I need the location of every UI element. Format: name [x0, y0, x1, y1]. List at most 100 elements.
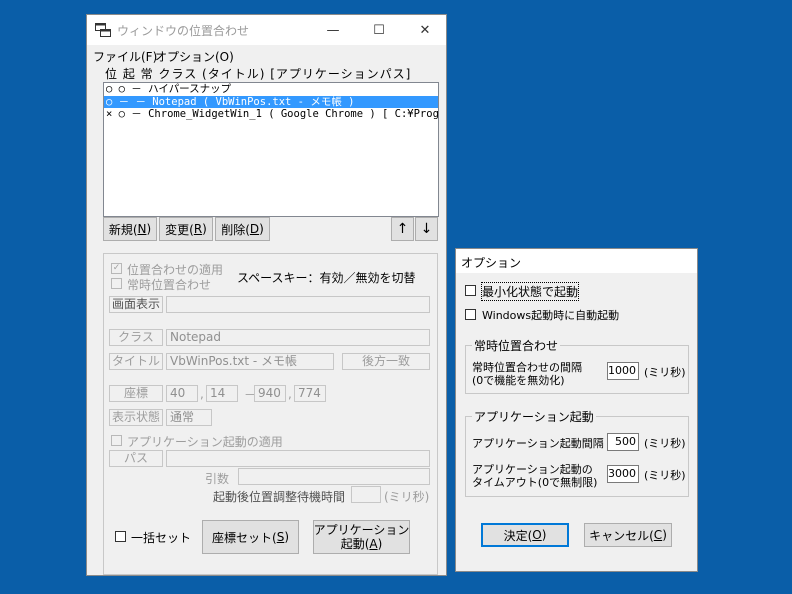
- move-up-button[interactable]: ↑: [391, 217, 414, 241]
- arrow-up-icon: ↑: [396, 221, 409, 237]
- list-item-selected[interactable]: ○ － － Notepad ( VbWinPos.txt - メモ帳 ): [104, 95, 438, 108]
- windows-start-label: Windows起動時に自動起動: [482, 309, 620, 322]
- close-icon: ✕: [419, 22, 431, 38]
- coord-x1-field[interactable]: 40: [166, 385, 198, 402]
- class-label: クラス: [109, 329, 163, 346]
- launch-interval-input[interactable]: 500: [607, 433, 639, 451]
- coord-y2-field[interactable]: 774: [294, 385, 326, 402]
- timeout-unit: (ミリ秒): [644, 469, 686, 482]
- path-label: パス: [109, 450, 163, 467]
- wait-time-field[interactable]: [351, 486, 381, 503]
- class-field[interactable]: Notepad: [166, 329, 430, 346]
- args-label: 引数: [205, 472, 230, 486]
- timeout-label-line2: タイムアウト(0で無制限): [472, 476, 598, 489]
- suffix-match-button[interactable]: 後方一致: [342, 353, 430, 370]
- coord-dot: ,: [288, 387, 292, 401]
- coord-set-accel: S: [276, 530, 285, 544]
- cancel-button[interactable]: キャンセル(C): [584, 523, 672, 547]
- ok-label-end: ): [541, 528, 547, 542]
- move-down-button[interactable]: ↓: [415, 217, 438, 241]
- coord-x2-field[interactable]: 940: [254, 385, 286, 402]
- minimize-icon: —: [326, 22, 340, 38]
- app-launch-button[interactable]: アプリケーション 起動(A): [313, 520, 410, 554]
- args-field[interactable]: [238, 468, 430, 485]
- options-dialog: オプション 最小化状態で起動 Windows起動時に自動起動 常時位置合わせ 常…: [455, 248, 698, 572]
- new-label-end: ): [146, 222, 152, 236]
- app-launch-label: 起動(: [340, 537, 370, 551]
- apply-position-checkbox[interactable]: ✓: [111, 263, 122, 274]
- app-launch-checkbox[interactable]: [111, 435, 122, 446]
- launch-interval-unit: (ミリ秒): [644, 437, 686, 450]
- cancel-label-end: ): [662, 528, 667, 542]
- delete-button[interactable]: 削除(D): [215, 217, 270, 241]
- always-position-checkbox[interactable]: [111, 278, 122, 289]
- interval-label-line2: (0で機能を無効化): [472, 374, 565, 387]
- close-button[interactable]: ✕: [402, 15, 448, 45]
- ok-label: 決定(: [503, 528, 533, 543]
- app-launch-group-title: アプリケーション起動: [472, 408, 596, 425]
- app-launch-accel: A: [369, 537, 378, 551]
- space-key-hint: スペースキー：有効／無効を切替: [237, 271, 416, 285]
- window-title: ウィンドウの位置合わせ: [117, 24, 250, 38]
- main-window: ウィンドウの位置合わせ — ☐ ✕ ファイル(F) オプション(O) 位 起 常…: [86, 14, 447, 576]
- windows-start-checkbox[interactable]: [465, 309, 476, 320]
- list-item[interactable]: ○ ○ － ハイパースナップ: [104, 83, 438, 96]
- interval-label: 常時位置合わせの間隔 (0で機能を無効化): [472, 361, 582, 387]
- menu-options[interactable]: オプション(O): [155, 48, 234, 65]
- list-item[interactable]: × ○ － Chrome_WidgetWin_1 ( Google Chrome…: [104, 108, 438, 121]
- new-label: 新規(: [108, 222, 138, 237]
- app-launch-label: アプリケーション起動の適用: [127, 435, 283, 449]
- wait-time-label: 起動後位置調整待機時間: [213, 490, 346, 504]
- title-bar[interactable]: ウィンドウの位置合わせ — ☐ ✕: [87, 15, 446, 45]
- always-position-group-title: 常時位置合わせ: [472, 337, 561, 354]
- timeout-input[interactable]: 3000: [607, 465, 639, 483]
- edit-accel: R: [193, 222, 203, 236]
- edit-button[interactable]: 変更(R): [159, 217, 213, 241]
- coordinate-label: 座標: [109, 385, 163, 402]
- options-title: オプション: [461, 256, 522, 270]
- screen-display-field[interactable]: [166, 296, 430, 313]
- wait-time-unit: (ミリ秒): [384, 490, 430, 504]
- maximize-button[interactable]: ☐: [356, 15, 402, 45]
- window-rule-list[interactable]: ○ ○ － ハイパースナップ ○ － － Notepad ( VbWinPos.…: [103, 82, 439, 217]
- ok-accel: O: [532, 528, 542, 542]
- app-launch-button-line1: アプリケーション: [313, 523, 410, 537]
- interval-unit: (ミリ秒): [644, 366, 686, 379]
- cancel-accel: C: [653, 528, 663, 542]
- batch-set-label: 一括セット: [131, 531, 192, 545]
- coord-set-label: 座標セット(: [212, 530, 277, 545]
- delete-label: 削除(: [221, 222, 250, 237]
- coord-y1-field[interactable]: 14: [206, 385, 238, 402]
- arrow-down-icon: ↓: [420, 221, 433, 237]
- coord-dot: ,: [200, 387, 204, 401]
- cancel-label: キャンセル(: [589, 528, 654, 543]
- coord-set-button[interactable]: 座標セット(S): [202, 520, 299, 554]
- options-title-bar[interactable]: オプション: [456, 249, 697, 273]
- always-position-label: 常時位置合わせ: [127, 278, 212, 292]
- timeout-label: アプリケーション起動の タイムアウト(0で無制限): [472, 463, 597, 489]
- minimize-launch-label: 最小化状態で起動: [480, 282, 580, 301]
- new-button[interactable]: 新規(N): [103, 217, 157, 241]
- ok-button[interactable]: 決定(O): [481, 523, 569, 547]
- minimize-launch-checkbox[interactable]: [465, 285, 476, 296]
- menu-file[interactable]: ファイル(F): [93, 48, 157, 65]
- edit-label-end: ): [202, 222, 207, 236]
- batch-set-checkbox[interactable]: [115, 531, 126, 542]
- screen-display-label: 画面表示: [109, 296, 163, 313]
- interval-label-line1: 常時位置合わせの間隔: [472, 361, 582, 374]
- title-field[interactable]: VbWinPos.txt - メモ帳: [166, 353, 334, 370]
- path-field[interactable]: [166, 450, 430, 467]
- minimize-button[interactable]: —: [310, 15, 356, 45]
- timeout-label-line1: アプリケーション起動の: [472, 463, 593, 476]
- interval-input[interactable]: 1000: [607, 362, 639, 380]
- column-header: 位 起 常 クラス (タイトル) [アプリケーションパス]: [105, 67, 412, 81]
- display-state-field[interactable]: 通常: [166, 409, 212, 426]
- title-label: タイトル: [109, 353, 163, 370]
- coord-set-label-end: ): [284, 530, 289, 544]
- new-accel: N: [137, 222, 147, 236]
- app-window-icon: [95, 23, 111, 37]
- delete-accel: D: [249, 222, 260, 236]
- menu-bar: ファイル(F) オプション(O): [87, 46, 446, 65]
- edit-label: 変更(: [165, 222, 194, 237]
- maximize-icon: ☐: [373, 22, 385, 38]
